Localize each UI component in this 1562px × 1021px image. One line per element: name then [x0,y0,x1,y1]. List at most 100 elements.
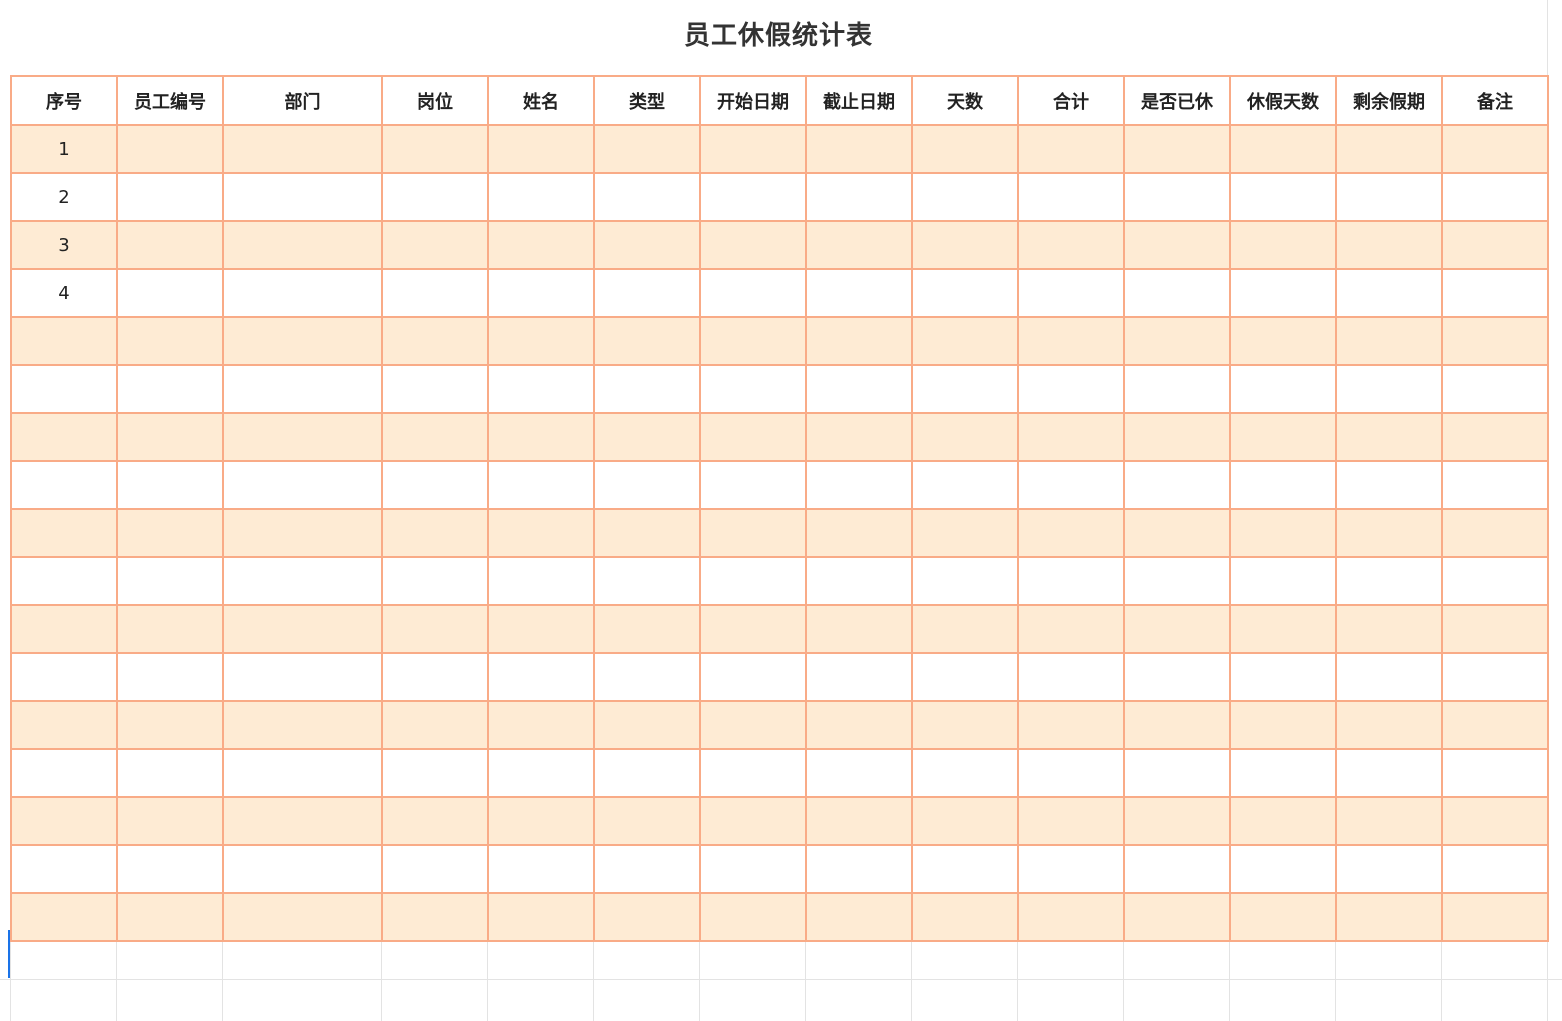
table-cell[interactable] [1335,124,1443,174]
table-cell[interactable] [1017,460,1125,510]
table-cell[interactable] [222,172,383,222]
table-cell[interactable]: 3 [10,220,118,270]
table-cell[interactable] [699,508,807,558]
table-cell[interactable] [593,700,701,750]
table-cell[interactable] [699,748,807,798]
table-cell[interactable] [10,892,118,942]
table-cell[interactable] [10,748,118,798]
table-cell[interactable] [1017,604,1125,654]
table-cell[interactable] [805,796,913,846]
table-cell[interactable] [487,412,595,462]
table-cell[interactable] [116,364,224,414]
table-cell[interactable] [1123,604,1231,654]
table-cell[interactable] [1441,892,1549,942]
table-cell[interactable] [1441,412,1549,462]
table-cell[interactable] [1123,700,1231,750]
table-cell[interactable] [487,508,595,558]
table-cell[interactable] [222,508,383,558]
table-cell[interactable] [1017,892,1125,942]
table-cell[interactable] [1335,892,1443,942]
table-cell[interactable] [911,412,1019,462]
table-cell[interactable] [116,892,224,942]
table-cell[interactable] [1123,796,1231,846]
table-cell[interactable] [116,652,224,702]
table-cell[interactable] [487,172,595,222]
table-cell[interactable] [699,796,807,846]
table-cell[interactable] [381,892,489,942]
header-cell-remaining-leave[interactable]: 剩余假期 [1335,75,1443,126]
table-cell[interactable] [381,172,489,222]
table-cell[interactable] [10,556,118,606]
table-cell[interactable] [593,172,701,222]
table-cell[interactable] [381,700,489,750]
table-cell[interactable] [222,556,383,606]
table-cell[interactable] [1441,652,1549,702]
table-cell[interactable] [1123,748,1231,798]
header-cell-total[interactable]: 合计 [1017,75,1125,126]
table-cell[interactable] [381,748,489,798]
table-cell[interactable] [911,748,1019,798]
table-cell[interactable] [1229,748,1337,798]
header-cell-leave-days[interactable]: 休假天数 [1229,75,1337,126]
table-cell[interactable] [1017,748,1125,798]
table-cell[interactable] [699,220,807,270]
table-cell[interactable] [487,316,595,366]
table-cell[interactable] [911,316,1019,366]
table-cell[interactable] [116,844,224,894]
table-cell[interactable] [805,124,913,174]
table-cell[interactable] [699,412,807,462]
table-cell[interactable] [1017,364,1125,414]
table-cell[interactable] [487,124,595,174]
table-cell[interactable] [1017,220,1125,270]
table-cell[interactable] [911,844,1019,894]
table-cell[interactable] [1335,364,1443,414]
table-cell[interactable] [699,652,807,702]
table-cell[interactable] [381,844,489,894]
table-cell[interactable] [1229,460,1337,510]
table-cell[interactable] [1123,508,1231,558]
table-cell[interactable] [593,844,701,894]
header-cell-index[interactable]: 序号 [10,75,118,126]
table-cell[interactable]: 2 [10,172,118,222]
table-cell[interactable] [1229,604,1337,654]
table-cell[interactable] [487,604,595,654]
table-cell[interactable] [911,700,1019,750]
table-cell[interactable] [1017,652,1125,702]
table-cell[interactable] [911,508,1019,558]
table-cell[interactable] [1229,556,1337,606]
table-cell[interactable] [116,556,224,606]
header-cell-position[interactable]: 岗位 [381,75,489,126]
table-cell[interactable] [487,652,595,702]
table-cell[interactable] [911,652,1019,702]
table-cell[interactable] [1335,748,1443,798]
table-cell[interactable] [1335,796,1443,846]
table-cell[interactable] [487,220,595,270]
table-cell[interactable] [699,268,807,318]
table-cell[interactable] [593,892,701,942]
table-cell[interactable] [911,364,1019,414]
table-cell[interactable] [222,748,383,798]
table-cell[interactable] [10,508,118,558]
table-cell[interactable] [911,172,1019,222]
table-cell[interactable] [116,796,224,846]
table-cell[interactable] [1441,220,1549,270]
table-cell[interactable] [593,412,701,462]
table-cell[interactable] [1123,172,1231,222]
table-cell[interactable] [1335,460,1443,510]
table-cell[interactable] [699,604,807,654]
table-cell[interactable] [222,796,383,846]
table-cell[interactable] [1229,124,1337,174]
table-cell[interactable] [1123,556,1231,606]
header-cell-start-date[interactable]: 开始日期 [699,75,807,126]
table-cell[interactable] [10,652,118,702]
table-cell[interactable] [381,412,489,462]
table-cell[interactable] [1229,652,1337,702]
table-cell[interactable] [1017,796,1125,846]
table-cell[interactable] [1017,124,1125,174]
table-cell[interactable] [222,364,383,414]
table-cell[interactable] [1335,556,1443,606]
table-cell[interactable] [1017,172,1125,222]
header-cell-days[interactable]: 天数 [911,75,1019,126]
table-cell[interactable] [593,604,701,654]
sheet-title[interactable]: 员工休假统计表 [10,0,1547,75]
